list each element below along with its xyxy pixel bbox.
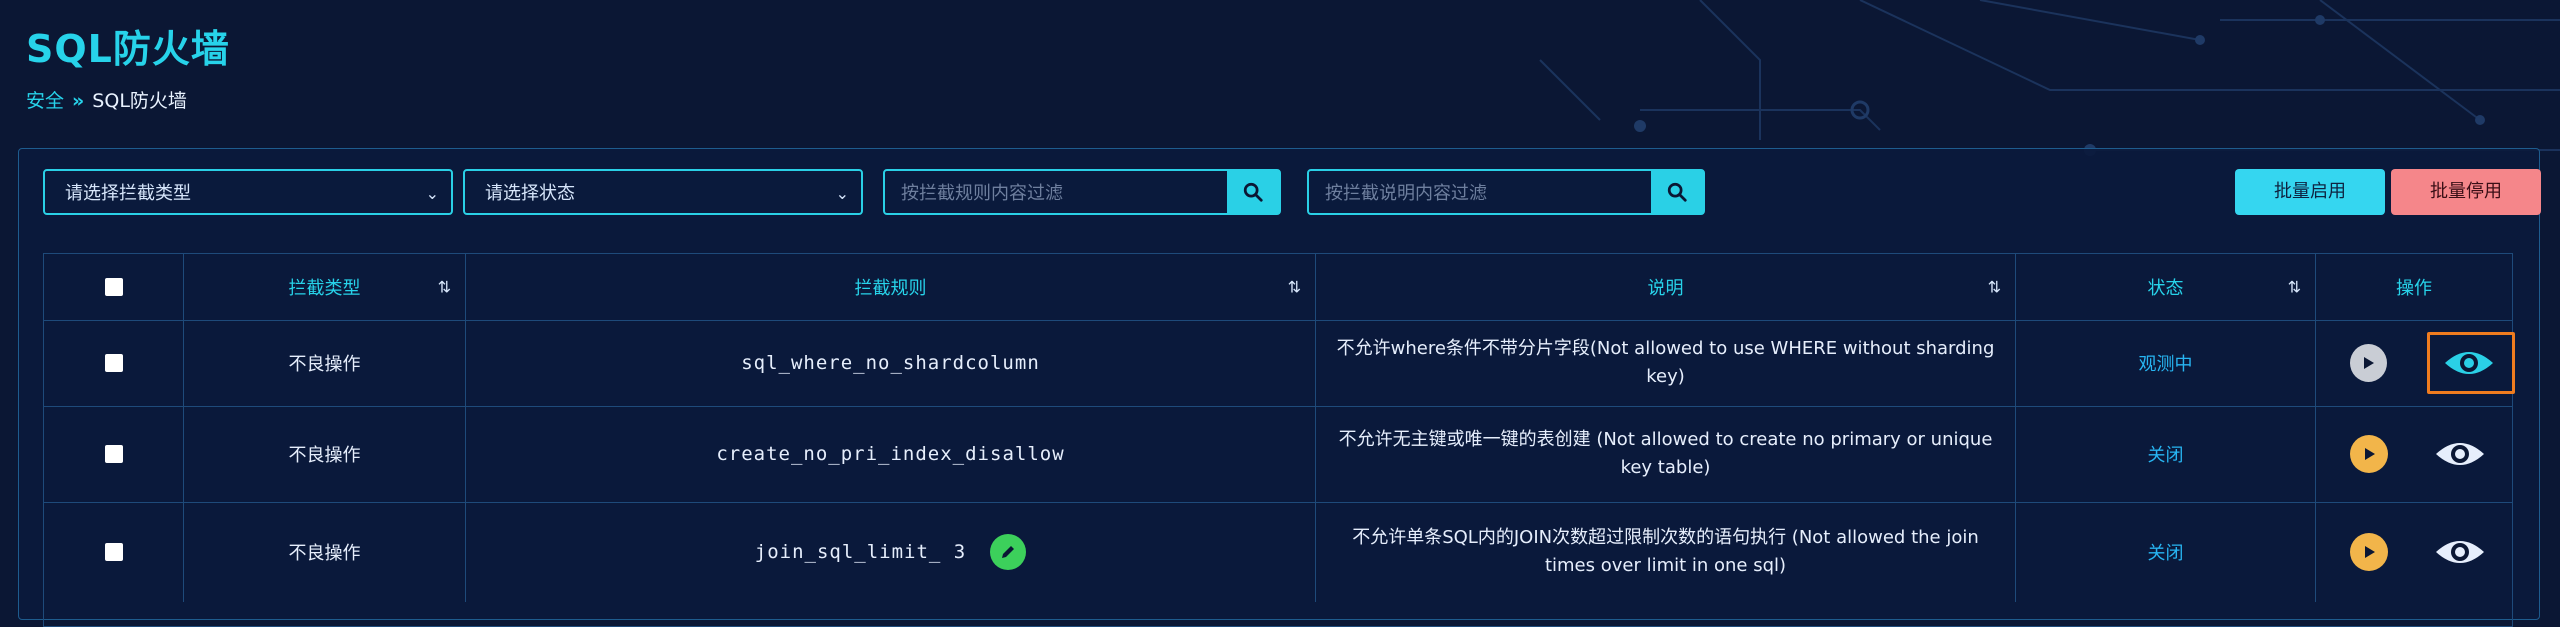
type-cell: 不良操作 xyxy=(184,502,466,602)
play-button[interactable] xyxy=(2350,533,2388,571)
rule-value: join_sql_limit_ 3 xyxy=(754,541,967,563)
header-ops-label: 操作 xyxy=(2396,278,2432,299)
rule-value: sql_where_no_shardcolumn xyxy=(741,352,1040,374)
header-desc[interactable]: 说明 ⇅ xyxy=(1316,254,2016,320)
sort-icon[interactable]: ⇅ xyxy=(438,278,451,297)
header-type[interactable]: 拦截类型 ⇅ xyxy=(184,254,466,320)
desc-value: 不允许单条SQL内的JOIN次数超过限制次数的语句执行 (Not allowed… xyxy=(1352,527,1979,576)
row-checkbox[interactable] xyxy=(104,445,123,463)
header-status-label: 状态 xyxy=(2147,278,2184,299)
rule-cell: create_no_pri_index_disallow xyxy=(466,406,1316,502)
breadcrumb-item-current: SQL防火墙 xyxy=(92,90,187,112)
desc-cell: 不允许单条SQL内的JOIN次数超过限制次数的语句执行 (Not allowed… xyxy=(1316,502,2016,602)
header-ops: 操作 xyxy=(2316,254,2512,320)
status-value: 关闭 xyxy=(2147,543,2184,564)
rule-search-input[interactable] xyxy=(885,171,1243,215)
row-select-cell xyxy=(44,406,184,502)
rule-search-box xyxy=(883,169,1281,215)
sort-icon[interactable]: ⇅ xyxy=(1288,278,1301,297)
desc-search-button[interactable] xyxy=(1651,171,1703,213)
row-select-cell xyxy=(44,502,184,602)
batch-disable-button[interactable]: 批量停用 xyxy=(2391,169,2541,215)
status-cell: 观测中 xyxy=(2016,320,2316,406)
status-cell: 关闭 xyxy=(2016,502,2316,602)
play-button[interactable] xyxy=(2350,435,2388,473)
status-select[interactable]: 请选择状态 ⌄ xyxy=(463,169,863,215)
ops-cell xyxy=(2316,320,2515,406)
edit-button[interactable] xyxy=(990,534,1027,570)
view-button[interactable] xyxy=(2426,332,2515,394)
view-highlight-frame xyxy=(2426,332,2515,394)
ops-cell xyxy=(2316,502,2512,602)
sort-icon[interactable]: ⇅ xyxy=(1988,278,2001,297)
rules-grid: 拦截类型 ⇅ 拦截规则 ⇅ 说明 ⇅ 状态 ⇅ 操作 不良操作 sql_wher… xyxy=(43,253,2515,627)
ops-cell xyxy=(2316,406,2512,502)
header-rule-label: 拦截规则 xyxy=(854,278,927,299)
desc-search-input[interactable] xyxy=(1309,171,1667,215)
desc-value: 不允许where条件不带分片字段(Not allowed to use WHER… xyxy=(1336,338,1995,387)
table-header-row: 拦截类型 ⇅ 拦截规则 ⇅ 说明 ⇅ 状态 ⇅ 操作 xyxy=(44,254,2512,321)
header-status[interactable]: 状态 ⇅ xyxy=(2016,254,2316,320)
view-button[interactable] xyxy=(2434,536,2486,568)
type-cell: 不良操作 xyxy=(184,406,466,502)
status-value: 观测中 xyxy=(2138,354,2193,375)
type-value: 不良操作 xyxy=(288,543,361,564)
table-row: 不良操作 join_sql_limit_ 3 不允许单条SQL内的JOIN次数超… xyxy=(44,502,2512,602)
pencil-icon xyxy=(1002,546,1015,558)
play-icon xyxy=(2364,357,2375,369)
rule-cell: join_sql_limit_ 3 xyxy=(466,502,1316,602)
header-type-label: 拦截类型 xyxy=(288,278,361,299)
type-value: 不良操作 xyxy=(288,445,361,466)
search-icon xyxy=(1667,182,1687,202)
row-checkbox[interactable] xyxy=(104,543,123,561)
play-icon xyxy=(2365,448,2375,460)
row-checkbox[interactable] xyxy=(104,354,123,372)
header-desc-label: 说明 xyxy=(1647,278,1684,299)
select-all-checkbox[interactable] xyxy=(104,278,123,296)
status-select-value: 请选择状态 xyxy=(485,183,575,204)
table-row: 不良操作 create_no_pri_index_disallow 不允许无主键… xyxy=(44,406,2512,503)
desc-search-box xyxy=(1307,169,1705,215)
rule-search-button[interactable] xyxy=(1227,171,1279,213)
chevron-down-icon: ⌄ xyxy=(835,184,849,203)
type-value: 不良操作 xyxy=(288,354,361,375)
type-select-value: 请选择拦截类型 xyxy=(65,183,191,204)
breadcrumb-item-security[interactable]: 安全 xyxy=(26,90,64,112)
row-select-cell xyxy=(44,320,184,406)
status-cell: 关闭 xyxy=(2016,406,2316,502)
play-button[interactable] xyxy=(2350,344,2387,382)
rule-value: create_no_pri_index_disallow xyxy=(716,443,1065,465)
rule-cell: sql_where_no_shardcolumn xyxy=(466,320,1316,406)
header-select-all xyxy=(44,254,184,320)
eye-icon xyxy=(2436,541,2484,563)
firewall-panel: 请选择拦截类型 ⌄ 请选择状态 ⌄ 批量启用 批量停用 xyxy=(18,148,2541,627)
desc-value: 不允许无主键或唯一键的表创建 (Not allowed to create no… xyxy=(1338,429,1993,478)
header-rule[interactable]: 拦截规则 ⇅ xyxy=(466,254,1316,320)
eye-icon xyxy=(2436,443,2484,465)
search-icon xyxy=(1243,182,1263,202)
play-icon xyxy=(2365,546,2375,558)
type-cell: 不良操作 xyxy=(184,320,466,406)
filter-toolbar: 请选择拦截类型 ⌄ 请选择状态 ⌄ 批量启用 批量停用 xyxy=(43,169,2541,219)
type-select[interactable]: 请选择拦截类型 ⌄ xyxy=(43,169,453,215)
desc-cell: 不允许where条件不带分片字段(Not allowed to use WHER… xyxy=(1316,320,2016,406)
view-button[interactable] xyxy=(2434,438,2486,470)
breadcrumb-separator-icon: » xyxy=(72,90,85,112)
table-row: 不良操作 sql_where_no_shardcolumn 不允许where条件… xyxy=(44,320,2515,407)
chevron-down-icon: ⌄ xyxy=(425,184,439,203)
batch-enable-button[interactable]: 批量启用 xyxy=(2235,169,2385,215)
status-value: 关闭 xyxy=(2147,445,2184,466)
sort-icon[interactable]: ⇅ xyxy=(2288,278,2301,297)
page-title: SQL防火墙 xyxy=(26,27,230,71)
breadcrumb: 安全 » SQL防火墙 xyxy=(26,86,187,113)
desc-cell: 不允许无主键或唯一键的表创建 (Not allowed to create no… xyxy=(1316,406,2016,502)
